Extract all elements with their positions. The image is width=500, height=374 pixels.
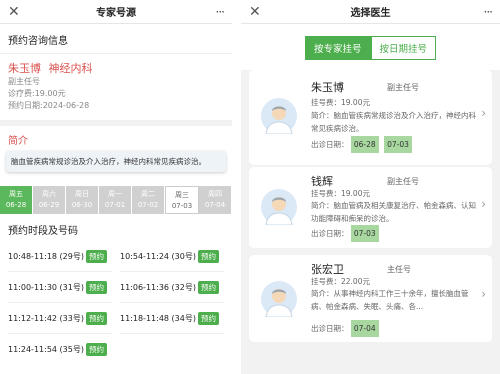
doctor-fee: 挂号费：19.00元 [311, 98, 370, 107]
book-button[interactable]: 预约 [85, 280, 107, 294]
tab-by-date[interactable]: 按日期挂号 [370, 36, 437, 60]
more-icon[interactable]: ··· [474, 5, 493, 19]
dates-label: 出诊日期： [311, 324, 349, 333]
doctor-dept: 神经内科 [48, 62, 93, 75]
doctor-card[interactable]: 钱辉 副主任号 挂号费：19.00元 简介：脑血管病及相关康复治疗、帕金森病、认… [249, 167, 492, 248]
slot-grid: 10:48-11:18 (29号) 预约 10:54-11:24 (30号) 预… [0, 241, 232, 365]
date-weekday: 周四 [208, 190, 222, 198]
page-title: 选择医生 [350, 8, 391, 19]
book-button[interactable]: 预约 [197, 311, 219, 325]
doctor-avatar [261, 98, 297, 134]
doctor-avatar [261, 281, 297, 317]
slot-time: 11:18-11:48 (34号) [120, 313, 196, 323]
doctor-fee: 诊疗费:19.00元 [8, 89, 66, 98]
section-title: 预约咨询信息 [0, 24, 232, 54]
date-chip[interactable]: 07-03 [384, 136, 412, 153]
appointment-date: 预约日期:2024-06-28 [8, 101, 90, 110]
slot-item: 11:12-11:42 (33号) 预约 [8, 303, 112, 334]
date-strip: 周五 06-28 周六 06-29 周日 06-30 周一 07-01 周二 0… [0, 186, 232, 214]
slot-item: 10:54-11:24 (30号) 预约 [120, 241, 224, 272]
doctor-rank: 副主任号 [387, 83, 419, 92]
date-weekday: 周二 [141, 190, 155, 198]
doctor-dates: 出诊日期： 06-28 07-03 [311, 136, 476, 153]
date-weekday: 周一 [108, 190, 122, 198]
slots-title: 预约时段及号码 [8, 226, 78, 237]
slot-time: 10:54-11:24 (30号) [120, 251, 196, 261]
date-value: 06-30 [71, 201, 93, 209]
doctor-rank: 主任号 [387, 265, 411, 274]
chevron-right-icon: › [481, 197, 486, 211]
page-title: 专家号源 [96, 8, 136, 19]
doctor-name: 朱玉博 [311, 81, 344, 94]
date-tab[interactable]: 周五 06-28 [0, 186, 33, 214]
close-icon[interactable]: ✕ [8, 4, 26, 20]
date-tab[interactable]: 周四 07-04 [199, 186, 232, 214]
doctor-intro: 简介：从事神经内科工作三十余年，擅长脑血管病、帕金森病、失眠、头痛、各... [311, 289, 469, 311]
doctor-dates: 出诊日期： 07-04 [311, 320, 476, 337]
book-button[interactable]: 预约 [85, 343, 107, 356]
more-icon[interactable]: ··· [206, 5, 225, 19]
chevron-right-icon: › [481, 287, 486, 301]
intro-text: 脑血管疾病常规诊治及介入治疗，神经内科常见疾病诊治。 [6, 151, 226, 172]
date-tab[interactable]: 周二 07-02 [132, 186, 165, 214]
date-chip[interactable]: 07-04 [350, 320, 379, 337]
right-titlebar: ✕ 选择医生 ··· [241, 0, 500, 24]
date-chip[interactable]: 07-03 [350, 225, 379, 242]
mode-tabs: 按专家挂号 按日期挂号 [241, 24, 500, 70]
left-titlebar: ✕ 专家号源 ··· [0, 0, 232, 24]
intro-title: 简介 [8, 136, 28, 147]
slot-item: 10:48-11:18 (29号) 预约 [8, 241, 112, 272]
date-tab[interactable]: 周三 07-03 [165, 186, 199, 214]
date-chip[interactable]: 06-28 [350, 136, 379, 153]
date-value: 06-29 [38, 201, 60, 209]
date-value: 07-04 [204, 201, 226, 209]
doctor-name-line: 朱玉博 神经内科 [8, 60, 224, 76]
date-weekday: 周五 [9, 190, 23, 198]
slot-time: 11:06-11:36 (32号) [120, 282, 196, 292]
doctor-dates: 出诊日期： 07-03 [311, 225, 476, 242]
slot-time: 11:12-11:42 (33号) [8, 313, 84, 323]
doctor-name: 朱玉博 [8, 62, 41, 75]
date-weekday: 周三 [175, 191, 189, 199]
book-button[interactable]: 预约 [197, 249, 219, 263]
select-doctor-panel: ✕ 选择医生 ··· 按专家挂号 按日期挂号 朱玉博 副主任号 挂号费：19.0… [241, 0, 500, 374]
slot-item: 11:24-11:54 (35号) 预约 [8, 334, 112, 365]
tab-by-expert[interactable]: 按专家挂号 [304, 36, 371, 60]
dates-label: 出诊日期： [311, 140, 349, 149]
doctor-avatar [261, 189, 297, 225]
chevron-right-icon: › [481, 106, 486, 120]
slot-time: 11:24-11:54 (35号) [8, 345, 84, 354]
expert-source-panel: ✕ 专家号源 ··· 预约咨询信息 朱玉博 神经内科 副主任号 诊疗费:19.0… [0, 0, 232, 374]
slot-item: 11:18-11:48 (34号) 预约 [120, 303, 224, 334]
doctor-rank: 副主任号 [8, 77, 40, 86]
doctor-intro: 简介：脑血管疾病常规诊治及介入治疗，神经内科常见疾病诊治。 [311, 111, 476, 133]
date-tab[interactable]: 周六 06-29 [33, 186, 66, 214]
close-icon[interactable]: ✕ [249, 4, 267, 20]
date-value: 07-01 [104, 201, 126, 209]
date-tab[interactable]: 周日 06-30 [66, 186, 99, 214]
doctor-rank: 副主任号 [387, 177, 419, 186]
doctor-intro: 简介：脑血管病及相关康复治疗、帕金森病、认知功能障碍和痴呆的诊治。 [311, 201, 476, 223]
date-value: 06-28 [5, 201, 27, 209]
doctor-card[interactable]: 朱玉博 副主任号 挂号费：19.00元 简介：脑血管疾病常规诊治及介入治疗，神经… [249, 70, 492, 165]
dates-label: 出诊日期： [311, 229, 349, 238]
date-tab[interactable]: 周一 07-01 [99, 186, 132, 214]
slot-item: 11:00-11:30 (31号) 预约 [8, 272, 112, 303]
slot-item: 11:06-11:36 (32号) 预约 [120, 272, 224, 303]
book-button[interactable]: 预约 [85, 249, 107, 263]
slot-time: 10:48-11:18 (29号) [8, 251, 84, 261]
book-button[interactable]: 预约 [197, 280, 219, 294]
date-value: 07-02 [137, 201, 159, 209]
book-button[interactable]: 预约 [85, 311, 107, 325]
date-weekday: 周六 [42, 190, 56, 198]
date-value: 07-03 [171, 202, 193, 210]
doctor-card[interactable]: 张宏卫 主任号 挂号费：22.00元 简介：从事神经内科工作三十余年，擅长脑血管… [249, 255, 492, 342]
date-weekday: 周日 [75, 190, 89, 198]
doctor-info: 朱玉博 神经内科 副主任号 诊疗费:19.00元 预约日期:2024-06-28 [0, 54, 232, 126]
slot-time: 11:00-11:30 (31号) [8, 282, 84, 292]
